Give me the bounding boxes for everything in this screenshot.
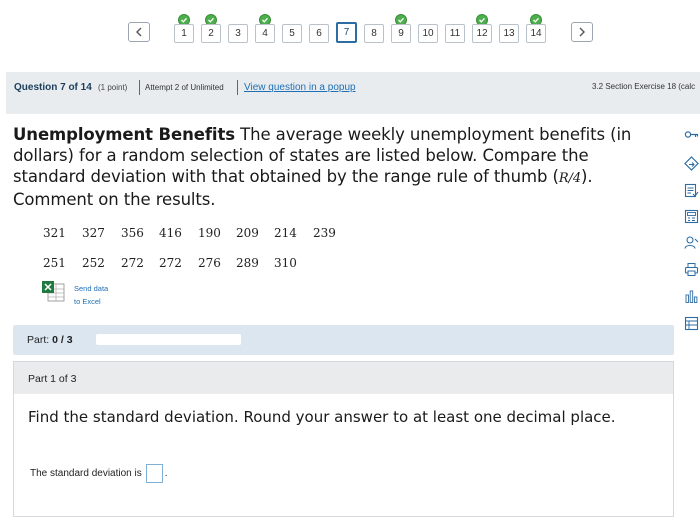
question-14-button[interactable]: 14 — [526, 24, 546, 43]
next-question-button[interactable] — [571, 22, 593, 42]
data-value: 416 — [159, 226, 182, 240]
data-value: 276 — [198, 256, 221, 270]
data-value: 321 — [43, 226, 66, 240]
data-value: 356 — [121, 226, 144, 240]
part-prompt: Find the standard deviation. Round your … — [28, 408, 616, 426]
excel-icon — [42, 281, 66, 303]
data-value: 214 — [274, 226, 297, 240]
send-to-excel-button[interactable]: Send data to Excel — [42, 281, 108, 306]
math-expression: R/4 — [558, 171, 581, 186]
diamond-arrow-icon[interactable] — [683, 155, 700, 172]
form-check-icon[interactable] — [683, 182, 700, 199]
part-panel: Part 1 of 3 Find the standard deviation.… — [13, 361, 674, 517]
part-progress-bar: Part: 0 / 3 — [13, 325, 674, 355]
data-value: 289 — [236, 256, 259, 270]
part-label: Part: — [27, 334, 50, 346]
print-icon[interactable] — [683, 261, 700, 278]
chevron-right-icon — [579, 27, 585, 37]
question-header: Question 7 of 14 (1 point) Attempt 2 of … — [6, 72, 700, 114]
question-5-button[interactable]: 5 — [282, 24, 302, 43]
question-3-button[interactable]: 3 — [228, 24, 248, 43]
divider — [139, 80, 140, 95]
progress-track — [96, 334, 241, 345]
calculator-icon[interactable] — [683, 208, 700, 225]
standard-deviation-input[interactable] — [145, 464, 163, 483]
grid-doc-icon[interactable] — [683, 315, 700, 332]
person-search-icon[interactable] — [683, 234, 700, 251]
data-value: 239 — [313, 226, 336, 240]
part-header: Part 1 of 3 — [14, 362, 673, 394]
question-title: Question 7 of 14 — [14, 82, 92, 93]
question-9-button[interactable]: 9 — [391, 24, 411, 43]
question-bold-title: Unemployment Benefits — [13, 125, 235, 144]
part-progress-label: Part: 0 / 3 — [27, 334, 73, 346]
attempt-info: Attempt 2 of Unlimited — [145, 83, 224, 92]
section-label: 3.2 Section Exercise 18 (calc — [592, 82, 696, 91]
question-2-button[interactable]: 2 — [201, 24, 221, 43]
prev-question-button[interactable] — [128, 22, 150, 42]
answer-label: The standard deviation is — [30, 468, 142, 479]
data-value: 252 — [82, 256, 105, 270]
excel-label-line-1: Send data — [74, 284, 109, 293]
question-13-button[interactable]: 13 — [499, 24, 519, 43]
chevron-left-icon — [136, 27, 142, 37]
key-icon[interactable] — [683, 126, 700, 143]
question-1-button[interactable]: 1 — [174, 24, 194, 43]
question-7-button[interactable]: 7 — [336, 22, 357, 43]
current-part-label: Part 1 of 3 — [28, 373, 77, 385]
bar-chart-icon[interactable] — [683, 288, 700, 305]
answer-suffix: . — [164, 468, 168, 479]
data-value: 251 — [43, 256, 66, 270]
divider — [237, 80, 238, 95]
question-8-button[interactable]: 8 — [364, 24, 384, 43]
send-to-excel-label[interactable]: Send data to Excel — [74, 282, 108, 308]
question-4-button[interactable]: 4 — [255, 24, 275, 43]
question-points: (1 point) — [98, 83, 128, 92]
data-value: 272 — [121, 256, 144, 270]
excel-label-line-2: to Excel — [74, 297, 101, 306]
question-6-button[interactable]: 6 — [309, 24, 329, 43]
data-value: 190 — [198, 226, 221, 240]
question-pager: 1 2 3 4 5 6 7 8 9 10 11 12 13 14 — [0, 0, 700, 62]
part-progress-value: 0 / 3 — [52, 334, 73, 346]
question-text: Unemployment Benefits The average weekly… — [13, 124, 643, 210]
data-value: 209 — [236, 226, 259, 240]
question-12-button[interactable]: 12 — [472, 24, 492, 43]
data-value: 310 — [274, 256, 297, 270]
answer-line: The standard deviation is . — [30, 464, 168, 483]
data-value: 272 — [159, 256, 182, 270]
view-in-popup-link[interactable]: View question in a popup — [244, 82, 356, 93]
question-10-button[interactable]: 10 — [418, 24, 438, 43]
data-value: 327 — [82, 226, 105, 240]
question-11-button[interactable]: 11 — [445, 24, 465, 43]
